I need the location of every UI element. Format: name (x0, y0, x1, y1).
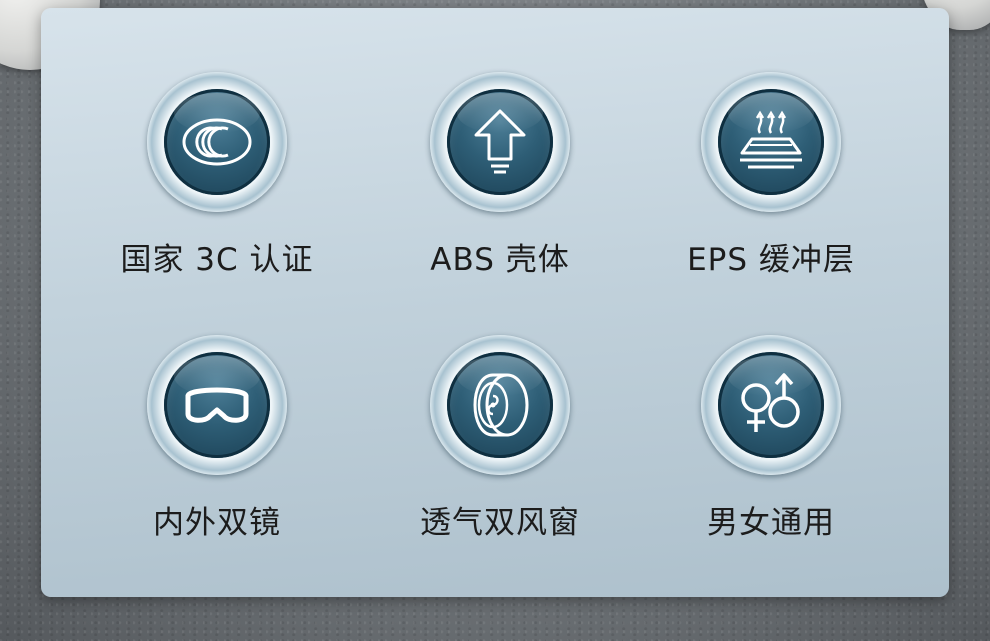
badge (701, 335, 841, 475)
feature-abs-shell: ABS 壳体 (370, 72, 630, 279)
feature-label: 透气双风窗 (420, 505, 580, 541)
ventilation-fan-icon (473, 373, 529, 437)
feature-eps-layer: EPS 缓冲层 (641, 72, 901, 279)
feature-ccc-certification: 国家 3C 认证 (87, 72, 347, 279)
ccc-certification-icon (182, 118, 252, 166)
features-panel: 国家 3C 认证 ABS 壳体 EPS 缓冲层 内外双镜 透气双风窗 男女通用 (41, 8, 949, 597)
feature-label: EPS 缓冲层 (687, 242, 855, 278)
feature-label: 国家 3C 认证 (120, 242, 314, 278)
feature-double-lens: 内外双镜 (87, 335, 347, 542)
upload-arrow-icon (474, 109, 526, 174)
badge (147, 72, 287, 212)
goggles-icon (185, 387, 249, 423)
feature-label: ABS 壳体 (430, 242, 570, 278)
feature-unisex: 男女通用 (641, 335, 901, 542)
feature-label: 内外双镜 (153, 505, 281, 541)
feature-label: 男女通用 (707, 505, 835, 541)
heat-layer-icon (740, 110, 802, 169)
badge (430, 335, 570, 475)
badge (147, 335, 287, 475)
gender-symbols-icon (741, 373, 800, 432)
feature-ventilation: 透气双风窗 (370, 335, 630, 542)
badge (701, 72, 841, 212)
badge (430, 72, 570, 212)
